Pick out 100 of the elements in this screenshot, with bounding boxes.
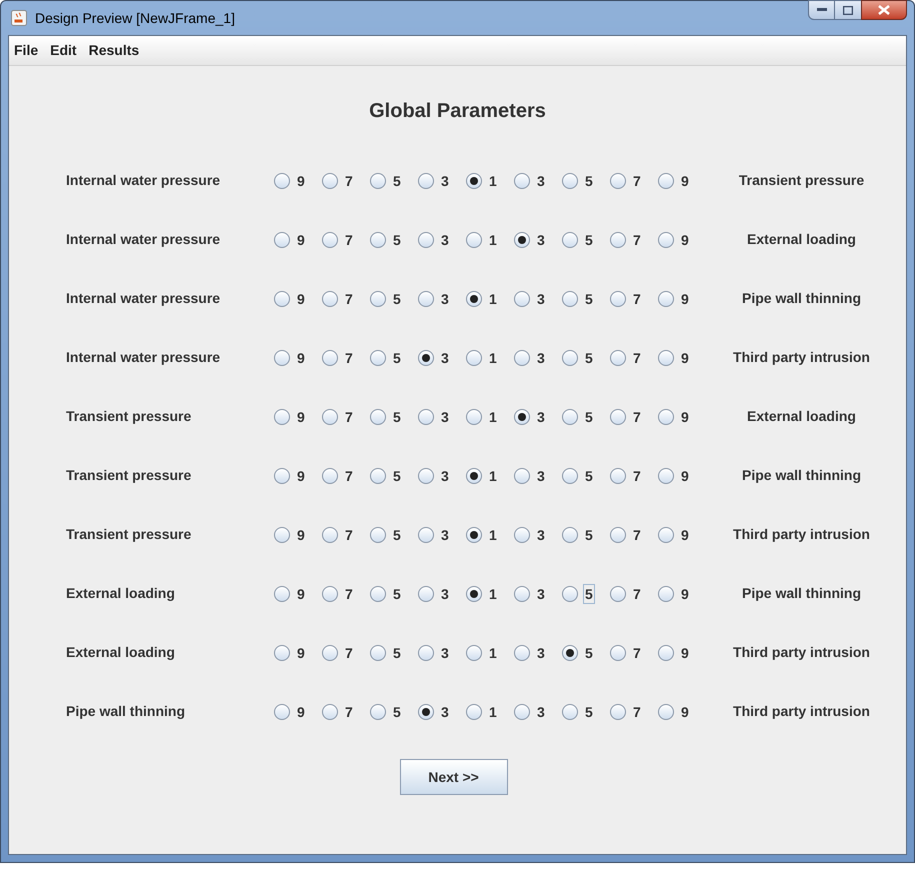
radio-button[interactable] (370, 586, 386, 602)
radio-button[interactable] (322, 644, 338, 660)
menu-item[interactable]: Edit (49, 40, 78, 61)
option-label: 9 (680, 172, 690, 190)
radio-button[interactable] (514, 350, 530, 366)
menu-item[interactable]: File (13, 40, 40, 61)
radio-button[interactable] (610, 408, 626, 424)
radio-button[interactable] (274, 350, 290, 366)
radio-button[interactable] (370, 526, 386, 542)
radio-button[interactable] (322, 704, 338, 720)
radio-button[interactable] (562, 468, 578, 484)
radio-button[interactable] (466, 232, 482, 248)
radio-button[interactable] (418, 350, 434, 366)
radio-button[interactable] (274, 172, 290, 188)
radio-button[interactable] (610, 526, 626, 542)
radio-button[interactable] (562, 350, 578, 366)
radio-button[interactable] (658, 526, 674, 542)
radio-button[interactable] (658, 232, 674, 248)
radio-button[interactable] (322, 232, 338, 248)
radio-button[interactable] (322, 408, 338, 424)
radio-button[interactable] (370, 408, 386, 424)
radio-button[interactable] (370, 704, 386, 720)
radio-button[interactable] (514, 232, 530, 248)
radio-button[interactable] (370, 172, 386, 188)
radio-button[interactable] (466, 408, 482, 424)
radio-button[interactable] (514, 704, 530, 720)
radio-button[interactable] (466, 526, 482, 542)
radio-button[interactable] (658, 350, 674, 366)
radio-button[interactable] (562, 290, 578, 306)
parameter-label: Pipe wall thinning (741, 289, 862, 308)
radio-button[interactable] (274, 290, 290, 306)
radio-button[interactable] (322, 172, 338, 188)
radio-button[interactable] (274, 468, 290, 484)
radio-button[interactable] (610, 350, 626, 366)
radio-button[interactable] (418, 290, 434, 306)
radio-button[interactable] (274, 586, 290, 602)
radio-button[interactable] (418, 408, 434, 424)
menu-item[interactable]: Results (88, 40, 140, 61)
radio-button[interactable] (418, 172, 434, 188)
radio-button[interactable] (562, 526, 578, 542)
radio-button[interactable] (418, 232, 434, 248)
option-label: 1 (488, 584, 498, 604)
radio-button[interactable] (658, 586, 674, 602)
radio-button[interactable] (322, 586, 338, 602)
radio-button[interactable] (562, 408, 578, 424)
radio-button[interactable] (610, 586, 626, 602)
radio-button[interactable] (466, 172, 482, 188)
radio-button[interactable] (322, 350, 338, 366)
radio-button[interactable] (466, 704, 482, 720)
radio-button[interactable] (418, 468, 434, 484)
radio-button[interactable] (418, 644, 434, 660)
radio-button[interactable] (562, 586, 578, 602)
next-button[interactable]: Next >> (400, 759, 508, 795)
radio-button[interactable] (370, 468, 386, 484)
radio-button[interactable] (322, 468, 338, 484)
radio-button[interactable] (514, 290, 530, 306)
radio-button[interactable] (658, 172, 674, 188)
radio-button[interactable] (274, 526, 290, 542)
radio-button[interactable] (466, 644, 482, 660)
radio-button[interactable] (562, 172, 578, 188)
radio-button[interactable] (658, 408, 674, 424)
radio-button[interactable] (658, 290, 674, 306)
minimize-button[interactable] (808, 0, 835, 20)
radio-button[interactable] (610, 704, 626, 720)
radio-button[interactable] (418, 526, 434, 542)
radio-button[interactable] (562, 232, 578, 248)
radio-button[interactable] (466, 468, 482, 484)
radio-button[interactable] (274, 644, 290, 660)
radio-button[interactable] (514, 586, 530, 602)
radio-button[interactable] (370, 350, 386, 366)
close-button[interactable] (861, 0, 907, 20)
radio-button[interactable] (274, 704, 290, 720)
radio-button[interactable] (610, 232, 626, 248)
radio-button[interactable] (514, 468, 530, 484)
radio-button[interactable] (418, 586, 434, 602)
radio-button[interactable] (322, 290, 338, 306)
radio-button[interactable] (562, 704, 578, 720)
radio-button[interactable] (370, 290, 386, 306)
radio-button[interactable] (274, 408, 290, 424)
radio-button[interactable] (562, 644, 578, 660)
maximize-button[interactable] (835, 0, 861, 20)
radio-button[interactable] (370, 232, 386, 248)
radio-button[interactable] (658, 644, 674, 660)
radio-button[interactable] (466, 290, 482, 306)
radio-button[interactable] (658, 468, 674, 484)
radio-button[interactable] (610, 172, 626, 188)
radio-button[interactable] (418, 704, 434, 720)
radio-button[interactable] (658, 704, 674, 720)
radio-button[interactable] (610, 290, 626, 306)
radio-button[interactable] (274, 232, 290, 248)
radio-button[interactable] (466, 350, 482, 366)
radio-button[interactable] (610, 468, 626, 484)
radio-button[interactable] (322, 526, 338, 542)
radio-button[interactable] (514, 644, 530, 660)
radio-button[interactable] (514, 172, 530, 188)
radio-button[interactable] (514, 408, 530, 424)
radio-button[interactable] (466, 586, 482, 602)
radio-button[interactable] (610, 644, 626, 660)
radio-button[interactable] (514, 526, 530, 542)
radio-button[interactable] (370, 644, 386, 660)
